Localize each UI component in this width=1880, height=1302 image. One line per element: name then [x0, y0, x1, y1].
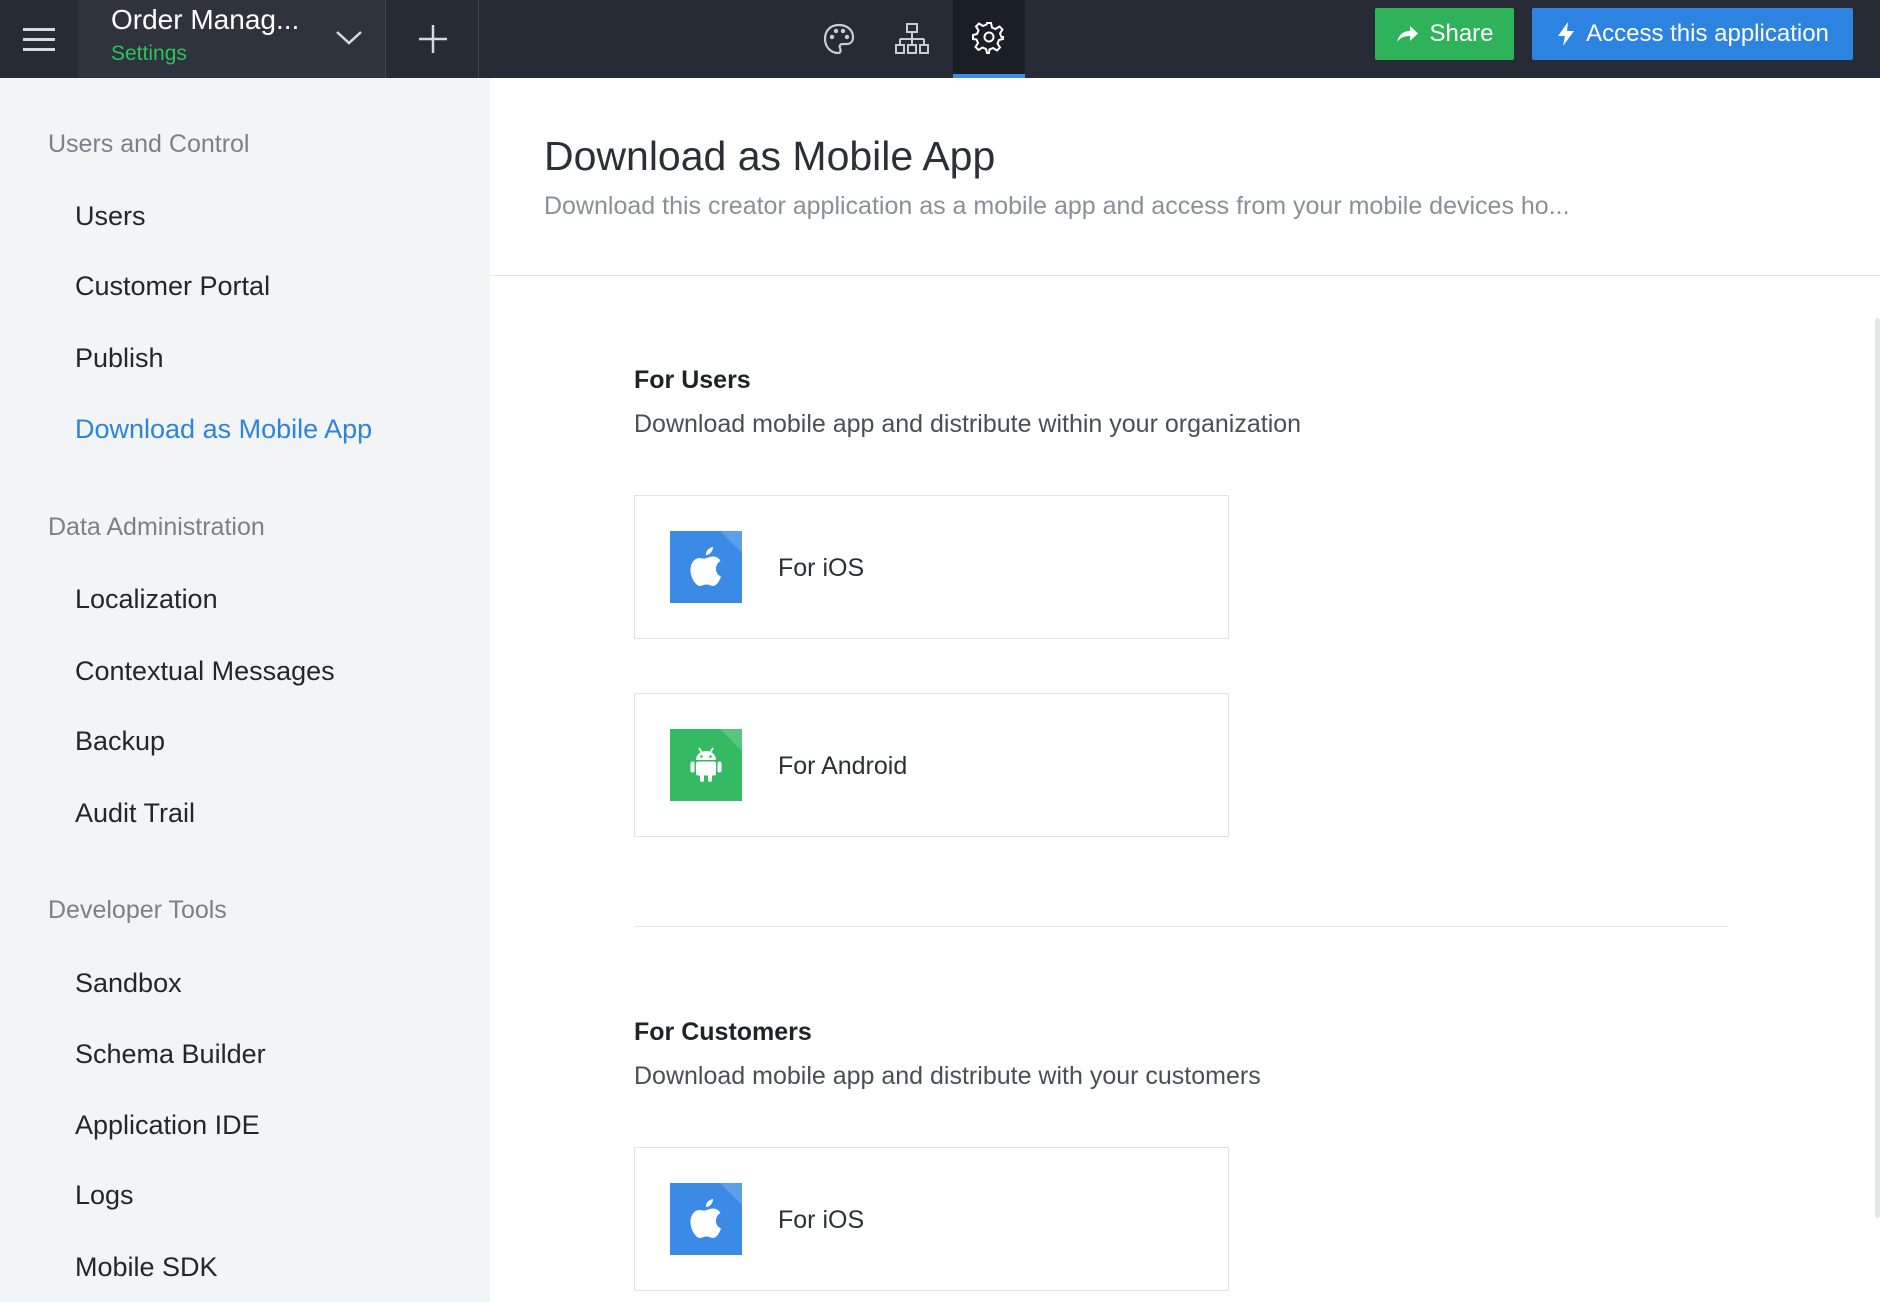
sidebar-item-contextual-messages[interactable]: Contextual Messages	[75, 656, 335, 687]
add-button[interactable]	[387, 0, 479, 78]
sidebar-item-customer-portal[interactable]: Customer Portal	[75, 271, 270, 302]
scrollbar[interactable]	[1875, 318, 1880, 1218]
sitemap-icon	[895, 23, 929, 54]
customers-ios-card[interactable]: For iOS	[634, 1147, 1229, 1291]
android-icon	[670, 729, 742, 801]
section-description-for-customers: Download mobile app and distribute with …	[634, 1062, 1261, 1090]
workflow-tab[interactable]	[876, 0, 948, 78]
share-button[interactable]: Share	[1375, 8, 1514, 60]
users-android-card[interactable]: For Android	[634, 693, 1229, 837]
apple-icon	[670, 1183, 742, 1255]
sidebar-item-audit-trail[interactable]: Audit Trail	[75, 798, 195, 829]
sidebar-item-users[interactable]: Users	[75, 201, 146, 232]
app-switcher[interactable]: Order Manag... Settings	[78, 0, 386, 78]
sidebar-item-publish[interactable]: Publish	[75, 343, 164, 374]
sidebar-item-application-ide[interactable]: Application IDE	[75, 1110, 260, 1141]
access-application-button[interactable]: Access this application	[1532, 8, 1853, 60]
app-section-label: Settings	[111, 42, 187, 65]
sidebar-item-sandbox[interactable]: Sandbox	[75, 968, 182, 999]
section-description-for-users: Download mobile app and distribute withi…	[634, 410, 1302, 438]
page-description: Download this creator application as a m…	[544, 192, 1570, 220]
design-tab[interactable]	[803, 0, 875, 78]
sidebar-item-localization[interactable]: Localization	[75, 584, 218, 615]
sidebar-item-mobile-sdk[interactable]: Mobile SDK	[75, 1252, 218, 1283]
sidebar-item-schema-builder[interactable]: Schema Builder	[75, 1039, 266, 1070]
page-title: Download as Mobile App	[544, 133, 996, 179]
menu-icon[interactable]	[0, 0, 78, 78]
page-header: Download as Mobile App Download this cre…	[490, 78, 1880, 276]
card-label: For iOS	[778, 554, 865, 582]
apple-icon	[670, 531, 742, 603]
sidebar-item-backup[interactable]: Backup	[75, 726, 165, 757]
plus-icon	[418, 25, 447, 53]
top-bar: Order Manag... Settings Share Access thi…	[0, 0, 1880, 78]
sidebar-item-logs[interactable]: Logs	[75, 1180, 134, 1211]
group-label-users-and-control: Users and Control	[48, 130, 250, 158]
card-label: For iOS	[778, 1206, 865, 1234]
share-button-label: Share	[1429, 20, 1494, 47]
chevron-down-icon[interactable]	[334, 22, 364, 52]
section-title-for-users: For Users	[634, 366, 751, 394]
share-arrow-icon	[1397, 26, 1419, 42]
group-label-developer-tools: Developer Tools	[48, 896, 227, 924]
app-name: Order Manag...	[111, 4, 300, 35]
users-ios-card[interactable]: For iOS	[634, 495, 1229, 639]
card-label: For Android	[778, 752, 908, 780]
palette-icon	[823, 23, 855, 55]
settings-sidebar: Users and Control Users Customer Portal …	[0, 78, 490, 1302]
access-button-label: Access this application	[1586, 20, 1829, 47]
section-divider	[634, 926, 1728, 927]
section-title-for-customers: For Customers	[634, 1018, 812, 1046]
gear-icon	[972, 22, 1004, 54]
lightning-icon	[1558, 22, 1575, 46]
sidebar-item-download-as-mobile-app[interactable]: Download as Mobile App	[75, 414, 372, 445]
main-content: Download as Mobile App Download this cre…	[490, 78, 1880, 1302]
group-label-data-administration: Data Administration	[48, 513, 265, 541]
settings-tab[interactable]	[953, 0, 1025, 78]
